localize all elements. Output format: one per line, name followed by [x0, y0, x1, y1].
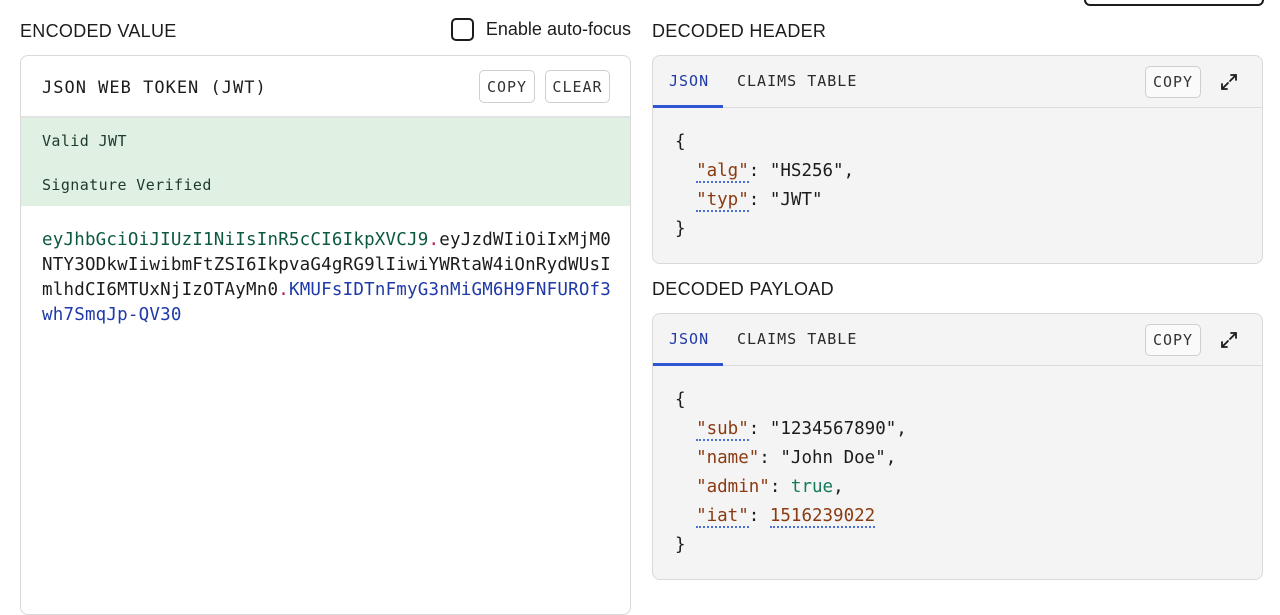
- auto-focus-label: Enable auto-focus: [485, 19, 631, 39]
- json-close-brace: }: [675, 219, 686, 239]
- encoded-value-title: ENCODED VALUE: [20, 21, 177, 41]
- valid-jwt-status: Valid JWT: [42, 132, 127, 150]
- json-value-sub: "1234567890": [769, 419, 897, 439]
- header-tab-bar: JSON CLAIMS TABLE COPY: [653, 56, 1262, 108]
- json-line-iat: "iat": 1516239022: [696, 506, 876, 528]
- decoded-header-title: DECODED HEADER: [652, 21, 827, 41]
- checkbox-icon[interactable]: [450, 18, 474, 41]
- decoded-header-json: { "alg": "HS256", "typ": "JWT" }: [675, 128, 854, 244]
- auto-focus-toggle[interactable]: Enable auto-focus: [450, 18, 631, 41]
- token-header-part: eyJhbGciOiJIUzI1NiIsInR5cCI6IkpXVCJ9: [42, 230, 429, 250]
- decoded-payload-json: { "sub": "1234567890", "name": "John Doe…: [675, 386, 907, 560]
- payload-tab-bar: JSON CLAIMS TABLE COPY: [653, 314, 1262, 366]
- json-line-alg: "alg": "HS256",: [696, 161, 855, 183]
- json-value-name: "John Doe": [780, 448, 886, 468]
- json-key-typ[interactable]: "typ": [696, 190, 749, 212]
- tab-payload-claims-table[interactable]: CLAIMS TABLE: [737, 330, 857, 348]
- jwt-token-input[interactable]: eyJhbGciOiJIUzI1NiIsInR5cCI6IkpXVCJ9.eyJ…: [42, 228, 612, 328]
- decoded-payload-title: DECODED PAYLOAD: [652, 279, 834, 299]
- json-line-admin: "admin": true,: [696, 477, 844, 497]
- decoded-header-panel: JSON CLAIMS TABLE COPY { "alg": "HS256",…: [652, 55, 1263, 264]
- json-key-alg[interactable]: "alg": [696, 161, 749, 183]
- json-key-sub[interactable]: "sub": [696, 419, 749, 441]
- copy-payload-button[interactable]: COPY: [1145, 324, 1201, 356]
- json-value-alg: "HS256": [769, 161, 844, 181]
- tab-header-json[interactable]: JSON: [669, 72, 709, 90]
- json-close-brace: }: [675, 535, 686, 555]
- encoded-value-section: ENCODED VALUE Enable auto-focus JSON WEB…: [20, 0, 631, 615]
- decoded-section: DECODED HEADER JSON CLAIMS TABLE COPY { …: [652, 0, 1264, 597]
- expand-icon[interactable]: [1219, 72, 1239, 92]
- validation-status-banner: Valid JWT Signature Verified: [21, 118, 630, 206]
- json-key-iat[interactable]: "iat": [696, 506, 749, 528]
- decoded-payload-panel: JSON CLAIMS TABLE COPY { "sub": "1234567…: [652, 313, 1263, 580]
- json-line-name: "name": "John Doe",: [696, 448, 897, 468]
- expand-icon[interactable]: [1219, 330, 1239, 350]
- json-value-typ: "JWT": [769, 190, 823, 210]
- json-line-sub: "sub": "1234567890",: [696, 419, 907, 441]
- json-open-brace: {: [675, 390, 686, 410]
- signature-verified-status: Signature Verified: [42, 176, 212, 194]
- tab-payload-json[interactable]: JSON: [669, 330, 709, 348]
- clear-token-button[interactable]: CLEAR: [545, 70, 610, 103]
- json-open-brace: {: [675, 132, 686, 152]
- jwt-card-header: JSON WEB TOKEN (JWT) COPY CLEAR: [21, 56, 630, 118]
- copy-token-button[interactable]: COPY: [479, 70, 535, 103]
- json-value-iat[interactable]: 1516239022: [769, 506, 876, 528]
- copy-header-button[interactable]: COPY: [1145, 66, 1201, 98]
- json-key-name: "name": [696, 448, 760, 468]
- json-line-typ: "typ": "JWT": [696, 190, 823, 212]
- top-control-stub[interactable]: [1084, 0, 1264, 6]
- active-tab-indicator: [653, 363, 723, 366]
- tab-header-claims-table[interactable]: CLAIMS TABLE: [737, 72, 857, 90]
- token-separator: .: [278, 280, 289, 300]
- json-value-admin: true: [790, 477, 834, 497]
- jwt-token-card: JSON WEB TOKEN (JWT) COPY CLEAR Valid JW…: [20, 55, 631, 615]
- json-key-admin: "admin": [696, 477, 770, 497]
- token-separator: .: [428, 230, 440, 250]
- jwt-card-title: JSON WEB TOKEN (JWT): [42, 78, 267, 98]
- active-tab-indicator: [653, 105, 723, 108]
